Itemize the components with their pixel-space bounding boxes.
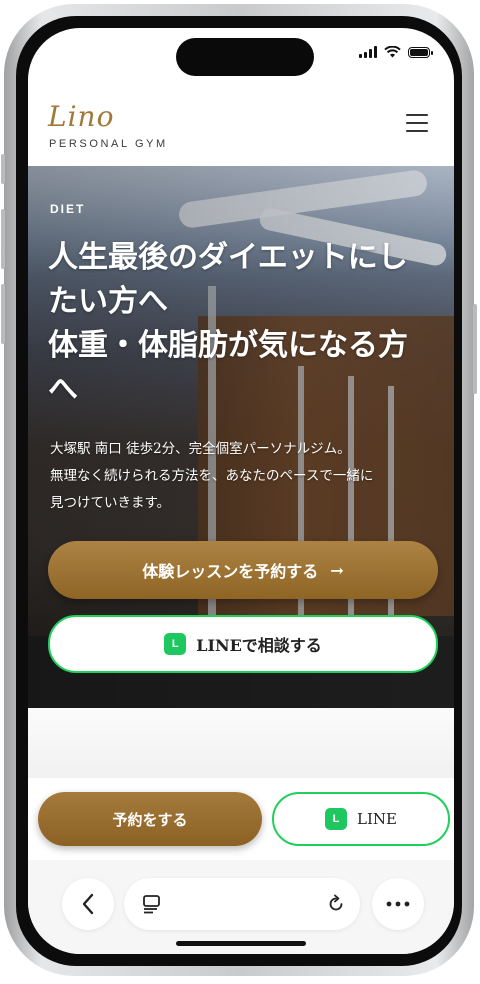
browser-toolbar (28, 860, 454, 954)
line-button-label: LINE (357, 810, 397, 828)
hero-description: 大塚駅 南口 徒歩2分、完全個室パーソナルジム。 無理なく続けられる方法を、あな… (50, 436, 440, 517)
line-button[interactable]: L LINE (272, 792, 450, 846)
screen: Lino PERSONAL GYM DIET 人生最後のダイエットにし たい方へ… (28, 28, 454, 954)
arrow-right-icon: → (330, 560, 344, 580)
reserve-button[interactable]: 予約をする (38, 792, 262, 846)
logo-subtitle: PERSONAL GYM (49, 138, 168, 150)
hero-description-line: 大塚駅 南口 徒歩2分、完全個室パーソナルジム。 (50, 441, 351, 457)
hamburger-menu-icon[interactable] (406, 114, 428, 132)
more-dots-icon (386, 901, 410, 907)
phone-frame: Lino PERSONAL GYM DIET 人生最後のダイエットにし たい方へ… (1, 4, 477, 976)
trial-reservation-label: 体験レッスンを予約する (142, 562, 319, 581)
dynamic-island (176, 38, 314, 76)
line-consult-label: LINEで相談する (196, 636, 322, 655)
hero-title-line: へ (48, 372, 78, 407)
line-consult-button[interactable]: L LINEで相談する (48, 615, 438, 673)
line-logo-icon: L (325, 808, 348, 830)
side-button (473, 304, 477, 394)
hero-section: DIET 人生最後のダイエットにし たい方へ 体重・体脂肪が気になる方 へ 大塚… (28, 166, 454, 708)
cellular-signal-icon (359, 46, 377, 58)
hero-title: 人生最後のダイエットにし たい方へ 体重・体脂肪が気になる方 へ (48, 236, 438, 412)
side-button (1, 284, 5, 344)
wifi-icon (384, 46, 401, 58)
side-button (1, 209, 5, 269)
next-section-preview (28, 708, 454, 778)
reload-icon[interactable] (326, 894, 346, 914)
hero-tag: DIET (50, 202, 86, 216)
hero-title-line: たい方へ (48, 284, 168, 319)
hero-title-line: 人生最後のダイエットにし (48, 240, 408, 275)
status-icons (359, 46, 433, 58)
home-indicator (176, 941, 306, 946)
hero-description-line: 無理なく続けられる方法を、あなたのペースで一緒に (50, 468, 374, 484)
status-bar (28, 28, 454, 88)
more-button[interactable] (372, 878, 424, 930)
trial-reservation-button[interactable]: 体験レッスンを予約する → (48, 541, 438, 599)
side-button (1, 154, 5, 184)
hero-title-line: 体重・体脂肪が気になる方 (48, 328, 408, 363)
hero-description-line: 見つけていきます。 (50, 495, 171, 511)
back-button[interactable] (62, 878, 114, 930)
battery-icon (408, 46, 433, 58)
tab-overview-icon[interactable] (142, 894, 162, 914)
chevron-left-icon (82, 893, 94, 915)
site-header: Lino PERSONAL GYM (28, 88, 454, 166)
logo[interactable]: Lino (48, 100, 114, 133)
sticky-cta-bar: 予約をする L LINE (28, 778, 454, 860)
line-logo-icon: L (164, 633, 187, 655)
address-bar[interactable] (124, 878, 360, 930)
